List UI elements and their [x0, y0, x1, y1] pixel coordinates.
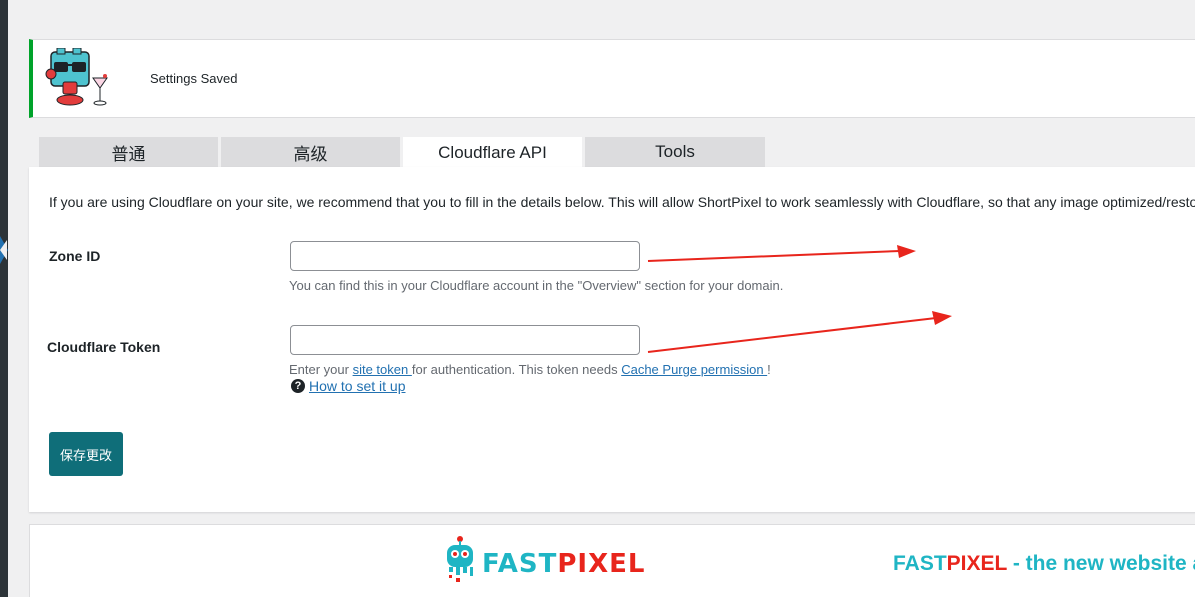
zone-id-description: You can find this in your Cloudflare acc…: [289, 278, 784, 293]
tagline-pixel: PIXEL: [946, 552, 1007, 575]
current-menu-arrow-icon: [0, 240, 7, 260]
tagline-rest: - the new website a: [1006, 552, 1195, 575]
token-desc-suffix: !: [767, 362, 771, 377]
help-icon: ?: [291, 379, 305, 393]
intro-text: If you are using Cloudflare on your site…: [49, 194, 1195, 210]
how-to-set-up: ? How to set it up: [291, 378, 406, 394]
tab-general[interactable]: 普通: [39, 137, 218, 167]
token-description: Enter your site token for authentication…: [289, 362, 771, 377]
fastpixel-tagline: FASTPIXEL - the new website a: [893, 552, 1195, 576]
tab-label: 高级: [293, 144, 328, 165]
tab-cloudflare-api[interactable]: Cloudflare API: [403, 137, 582, 168]
cloudflare-token-input[interactable]: [290, 325, 640, 355]
site-token-link[interactable]: site token: [353, 362, 412, 377]
shortpixel-mascot-icon: [45, 48, 108, 106]
cloudflare-token-label: Cloudflare Token: [47, 339, 161, 355]
tab-label: Tools: [655, 142, 695, 161]
tab-advanced[interactable]: 高级: [221, 137, 400, 167]
logo-pixel: PIXEL: [557, 549, 646, 579]
settings-saved-notice: Settings Saved: [29, 39, 1195, 118]
zone-id-input[interactable]: [290, 241, 640, 271]
admin-sidebar: [0, 0, 8, 597]
logo-fast: FAST: [482, 549, 558, 579]
tab-label: 普通: [111, 144, 146, 165]
how-to-set-it-up-link[interactable]: How to set it up: [309, 378, 406, 394]
tab-tools[interactable]: Tools: [585, 137, 765, 167]
token-desc-middle: for authentication. This token needs: [411, 362, 622, 377]
token-desc-prefix: Enter your: [289, 362, 353, 377]
notice-message: Settings Saved: [150, 71, 238, 86]
tab-label: Cloudflare API: [438, 142, 547, 162]
fastpixel-banner[interactable]: FASTPIXEL FASTPIXEL - the new website a: [29, 524, 1195, 597]
fastpixel-robot-icon: [447, 536, 473, 582]
fastpixel-logo-text: FASTPIXEL: [482, 549, 645, 579]
tagline-fast: FAST: [893, 552, 947, 575]
save-changes-button[interactable]: 保存更改: [49, 432, 123, 476]
cloudflare-settings-panel: If you are using Cloudflare on your site…: [29, 167, 1195, 512]
zone-id-label: Zone ID: [49, 248, 101, 264]
cache-purge-permission-link[interactable]: Cache Purge permission: [621, 362, 767, 377]
